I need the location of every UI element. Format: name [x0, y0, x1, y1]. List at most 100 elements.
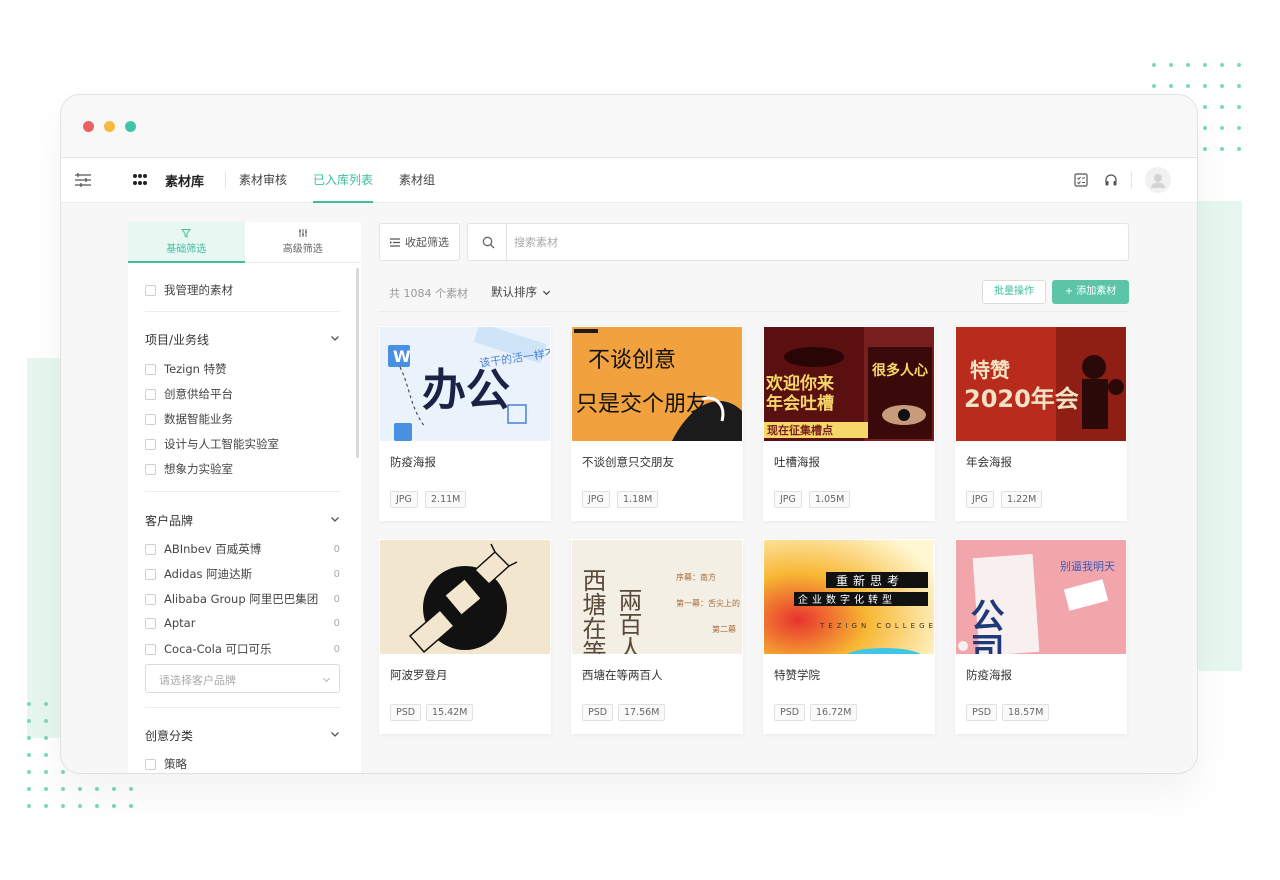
- chevron-down-icon: [331, 517, 339, 522]
- filter-project-label: 想象力实验室: [164, 462, 233, 476]
- filter-my-assets[interactable]: 我管理的素材: [145, 282, 340, 298]
- minimize-window-button[interactable]: [104, 121, 115, 132]
- section-brand-header[interactable]: 客户品牌: [145, 512, 340, 529]
- user-avatar[interactable]: [1145, 167, 1171, 193]
- filter-brand-item[interactable]: Adidas 阿迪达斯 0: [145, 566, 340, 582]
- svg-text:序幕：南方: 序幕：南方: [676, 572, 716, 582]
- filter-brand-count: 0: [333, 643, 340, 655]
- filter-project-label: 设计与人工智能实验室: [164, 437, 279, 451]
- user-avatar-icon: [1150, 174, 1166, 188]
- asset-thumbnail: [380, 540, 550, 654]
- svg-text:不谈创意: 不谈创意: [588, 348, 676, 373]
- checkbox[interactable]: [145, 363, 156, 375]
- svg-text:W: W: [393, 347, 411, 366]
- checkbox[interactable]: [145, 463, 156, 475]
- asset-thumbnail: 特赞 2020年会: [956, 327, 1126, 441]
- filter-sidebar: 基础筛选 高级筛选 我管理的素材 项目/业务线 Tezign 特赞 创意供给平台…: [128, 222, 361, 773]
- filter-project-item[interactable]: 数据智能业务: [145, 411, 340, 427]
- tab-advanced-filter[interactable]: 高级筛选: [244, 222, 361, 263]
- asset-format-tag: JPG: [966, 491, 994, 508]
- asset-card[interactable]: 西塘在等 兩百人 序幕：南方 第一幕：舌尖上的 第二幕 西塘在等两百人 PSD …: [571, 539, 743, 734]
- filter-project-item[interactable]: 设计与人工智能实验室: [145, 436, 340, 452]
- filter-project-item[interactable]: 想象力实验室: [145, 461, 340, 477]
- filter-brand-item[interactable]: ABInbev 百威英博 0: [145, 541, 340, 557]
- tab-basic-filter[interactable]: 基础筛选: [128, 222, 245, 263]
- asset-format-tag: PSD: [390, 704, 422, 721]
- filter-brand-label: Coca-Cola 可口可乐: [164, 642, 272, 656]
- filter-creative-label: 策略: [164, 757, 187, 771]
- filter-brand-count: 0: [333, 593, 340, 605]
- chevron-down-icon: [331, 732, 339, 737]
- chevron-down-icon: [331, 336, 339, 341]
- svg-text:别逼我明天: 别逼我明天: [1060, 560, 1115, 573]
- checkbox[interactable]: [145, 758, 156, 770]
- sort-dropdown[interactable]: 默认排序: [491, 284, 551, 300]
- checkbox[interactable]: [145, 413, 156, 425]
- section-creative-title: 创意分类: [145, 729, 194, 743]
- chevron-down-icon: [542, 290, 551, 295]
- header-divider: [225, 172, 226, 188]
- checkbox[interactable]: [145, 643, 156, 655]
- section-divider: [145, 707, 340, 708]
- checkbox[interactable]: [145, 438, 156, 450]
- section-project-header[interactable]: 项目/业务线: [145, 331, 340, 348]
- asset-card[interactable]: 重新思考 企业数字化转型 TEZIGN COLLEGE 特赞学院 PSD 16.…: [763, 539, 935, 734]
- checkbox[interactable]: [145, 543, 156, 555]
- sliders-icon: [298, 229, 307, 237]
- checkbox[interactable]: [145, 593, 156, 605]
- asset-title: 防疫海报: [966, 668, 1012, 682]
- asset-card[interactable]: 阿波罗登月 PSD 15.42M: [379, 539, 551, 734]
- add-asset-button[interactable]: + 添加素材: [1052, 280, 1129, 304]
- filter-brand-item[interactable]: Coca-Cola 可口可乐 0: [145, 641, 340, 657]
- asset-format-tag: PSD: [966, 704, 998, 721]
- checkbox[interactable]: [145, 617, 156, 629]
- asset-size-tag: 16.72M: [810, 704, 858, 721]
- svg-text:年会吐槽: 年会吐槽: [766, 393, 834, 414]
- collapse-filter-button[interactable]: 收起筛选: [379, 223, 460, 261]
- brand-select[interactable]: 请选择客户品牌: [145, 664, 340, 693]
- filter-project-item[interactable]: 创意供给平台: [145, 386, 340, 402]
- filter-project-label: 创意供给平台: [164, 387, 233, 401]
- asset-thumbnail: 重新思考 企业数字化转型 TEZIGN COLLEGE: [764, 540, 934, 654]
- svg-text:企业数字化转型: 企业数字化转型: [798, 593, 896, 606]
- toolbar-divider: [379, 311, 1129, 312]
- maximize-window-button[interactable]: [125, 121, 136, 132]
- asset-card[interactable]: 不谈创意 只是交个朋友 不谈创意只交朋友 JPG 1.18M: [571, 326, 743, 521]
- app-header: 素材库 素材审核 已入库列表 素材组: [61, 158, 1197, 203]
- checkbox[interactable]: [145, 284, 156, 296]
- asset-format-tag: PSD: [774, 704, 806, 721]
- filter-brand-item[interactable]: Alibaba Group 阿里巴巴集团 0: [145, 591, 340, 607]
- svg-text:TEZIGN COLLEGE: TEZIGN COLLEGE: [819, 622, 934, 630]
- svg-text:现在征集槽点: 现在征集槽点: [767, 423, 833, 437]
- app-switcher-icon[interactable]: [133, 174, 147, 185]
- svg-text:重新思考: 重新思考: [836, 573, 904, 588]
- sidebar-scrollbar[interactable]: [356, 268, 359, 458]
- nav-stored-list[interactable]: 已入库列表: [313, 158, 374, 203]
- checkbox[interactable]: [145, 388, 156, 400]
- close-window-button[interactable]: [83, 121, 94, 132]
- app-window: 素材库 素材审核 已入库列表 素材组 基础筛选 高级筛选 我管理的素材 项目/业…: [60, 94, 1198, 774]
- logo-icon[interactable]: [74, 172, 92, 188]
- search-input[interactable]: [514, 232, 1114, 252]
- checklist-icon[interactable]: [1073, 172, 1089, 188]
- filter-project-item[interactable]: Tezign 特赞: [145, 361, 340, 377]
- svg-text:第一幕：舌尖上的: 第一幕：舌尖上的: [676, 598, 740, 608]
- asset-card[interactable]: W 办公 该干的活一样不少心 防疫海报 JPG 2.11M: [379, 326, 551, 521]
- asset-card[interactable]: 欢迎你来 年会吐槽 现在征集槽点 很多人心 吐槽海报 JPG 1.05M: [763, 326, 935, 521]
- asset-title: 年会海报: [966, 455, 1012, 469]
- filter-brand-item[interactable]: Aptar 0: [145, 616, 340, 630]
- filter-brand-count: 0: [333, 543, 340, 555]
- filter-project-label: 数据智能业务: [164, 412, 233, 426]
- asset-size-tag: 2.11M: [425, 491, 467, 508]
- section-creative-header[interactable]: 创意分类: [145, 727, 340, 744]
- headset-icon[interactable]: [1103, 172, 1119, 188]
- batch-action-button[interactable]: 批量操作: [982, 280, 1046, 304]
- nav-asset-review[interactable]: 素材审核: [239, 158, 287, 203]
- checkbox[interactable]: [145, 568, 156, 580]
- search-icon[interactable]: [482, 236, 495, 249]
- asset-card[interactable]: 特赞 2020年会 年会海报 JPG 1.22M: [955, 326, 1127, 521]
- nav-asset-groups[interactable]: 素材组: [399, 158, 435, 203]
- filter-creative-item[interactable]: 策略: [145, 756, 340, 772]
- filter-brand-count: 0: [333, 617, 340, 629]
- asset-card[interactable]: 公司 别逼我明天 防疫海报 PSD 18.57M: [955, 539, 1127, 734]
